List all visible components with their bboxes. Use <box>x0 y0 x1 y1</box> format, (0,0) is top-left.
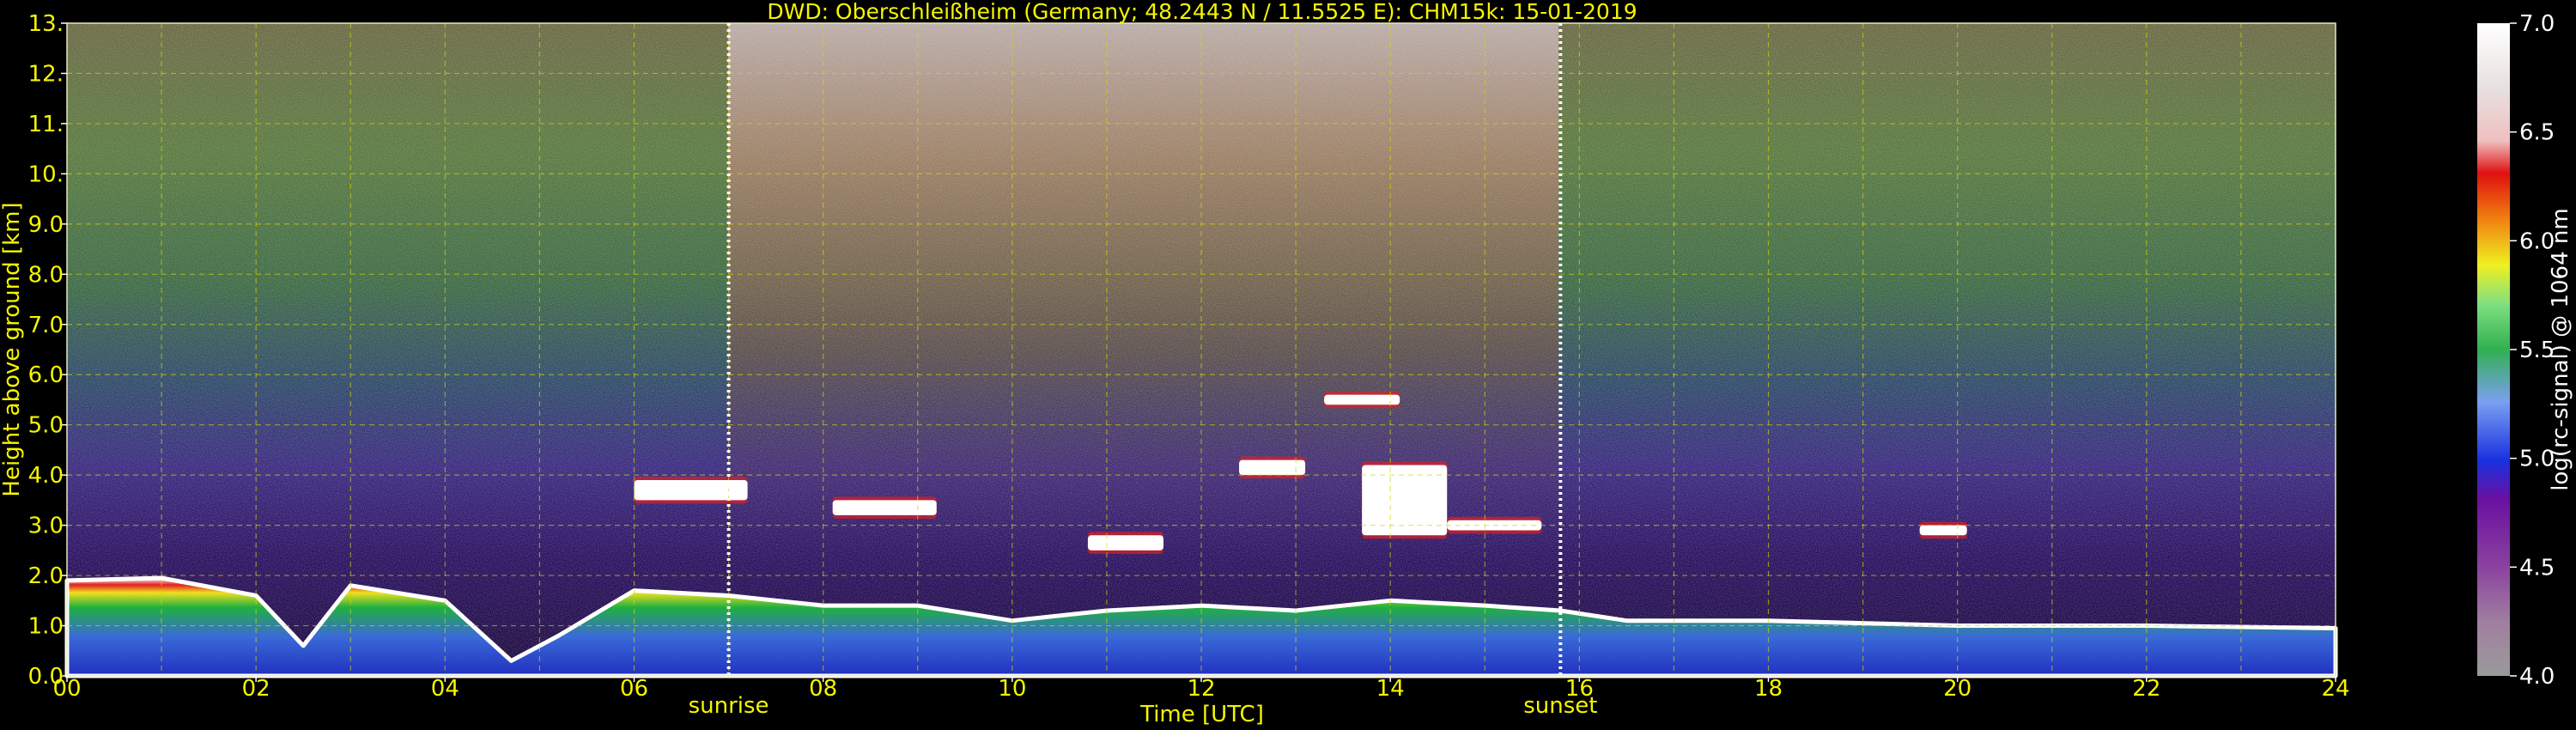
cloud-layer <box>1324 394 1400 405</box>
x-tick-label: 24 <box>2321 676 2349 702</box>
x-tick-label: 18 <box>1754 676 1783 702</box>
colorbar-tick-label: 6.5 <box>2519 120 2555 146</box>
x-tick-label: 06 <box>620 676 648 702</box>
y-tick-label: 9.0 <box>28 212 64 238</box>
x-tick-label: 08 <box>809 676 837 702</box>
y-tick-label: 1.0 <box>28 614 64 640</box>
colorbar-label: log(rc-signal) @ 1064 nm <box>2548 208 2573 490</box>
plot-area: sunrise sunset <box>64 22 2338 719</box>
y-tick-label: 13. <box>28 11 64 37</box>
y-tick-label: 6.0 <box>28 362 64 388</box>
colorbar-scale <box>2477 23 2510 676</box>
x-axis-ticks: 00 02 04 06 08 10 12 14 16 18 20 22 24 <box>52 676 2350 702</box>
cloud-layer <box>1087 535 1163 551</box>
x-tick-label: 12 <box>1187 676 1215 702</box>
y-tick-label: 4.0 <box>28 463 64 489</box>
x-tick-label: 14 <box>1376 676 1405 702</box>
x-axis-label: Time [UTC] <box>1139 702 1264 727</box>
x-tick-label: 02 <box>242 676 270 702</box>
y-tick-label: 7.0 <box>28 313 64 338</box>
y-tick-label: 11. <box>28 112 64 137</box>
y-axis-label: Height above ground [km] <box>0 202 25 496</box>
y-tick-label: 10. <box>28 161 64 187</box>
colorbar-tick-label: 4.5 <box>2519 555 2555 581</box>
x-tick-label: 10 <box>998 676 1026 702</box>
ceilometer-chart: sunrise sunset DWD: Oberschleißheim (Germ… <box>0 0 2573 727</box>
x-tick-label: 20 <box>1943 676 1971 702</box>
colorbar-tick-label: 7.0 <box>2519 11 2555 37</box>
y-axis-ticks: 0.0 1.0 2.0 3.0 4.0 5.0 6.0 7.0 8.0 9.0 10. 11. 12. 1… <box>28 11 67 690</box>
x-tick-label: 22 <box>2132 676 2160 702</box>
y-tick-label: 0.0 <box>28 664 64 690</box>
cloud-layer <box>832 500 937 515</box>
y-tick-label: 3.0 <box>28 514 64 539</box>
colorbar: 4.04.55.05.56.06.57.0 log(rc-signal) @ 1… <box>2477 11 2573 690</box>
colorbar-tick-label: 4.0 <box>2519 664 2555 690</box>
chart-title: DWD: Oberschleißheim (Germany; 48.2443 N… <box>767 0 1637 24</box>
y-tick-label: 2.0 <box>28 563 64 589</box>
x-tick-label: 16 <box>1565 676 1594 702</box>
y-tick-label: 5.0 <box>28 413 64 439</box>
sun-marker-label: sunrise <box>689 693 769 719</box>
x-tick-label: 04 <box>431 676 459 702</box>
cloud-layer <box>1919 525 1967 536</box>
y-tick-label: 12. <box>28 61 64 87</box>
cloud-layer <box>634 480 748 501</box>
y-tick-label: 8.0 <box>28 262 64 288</box>
